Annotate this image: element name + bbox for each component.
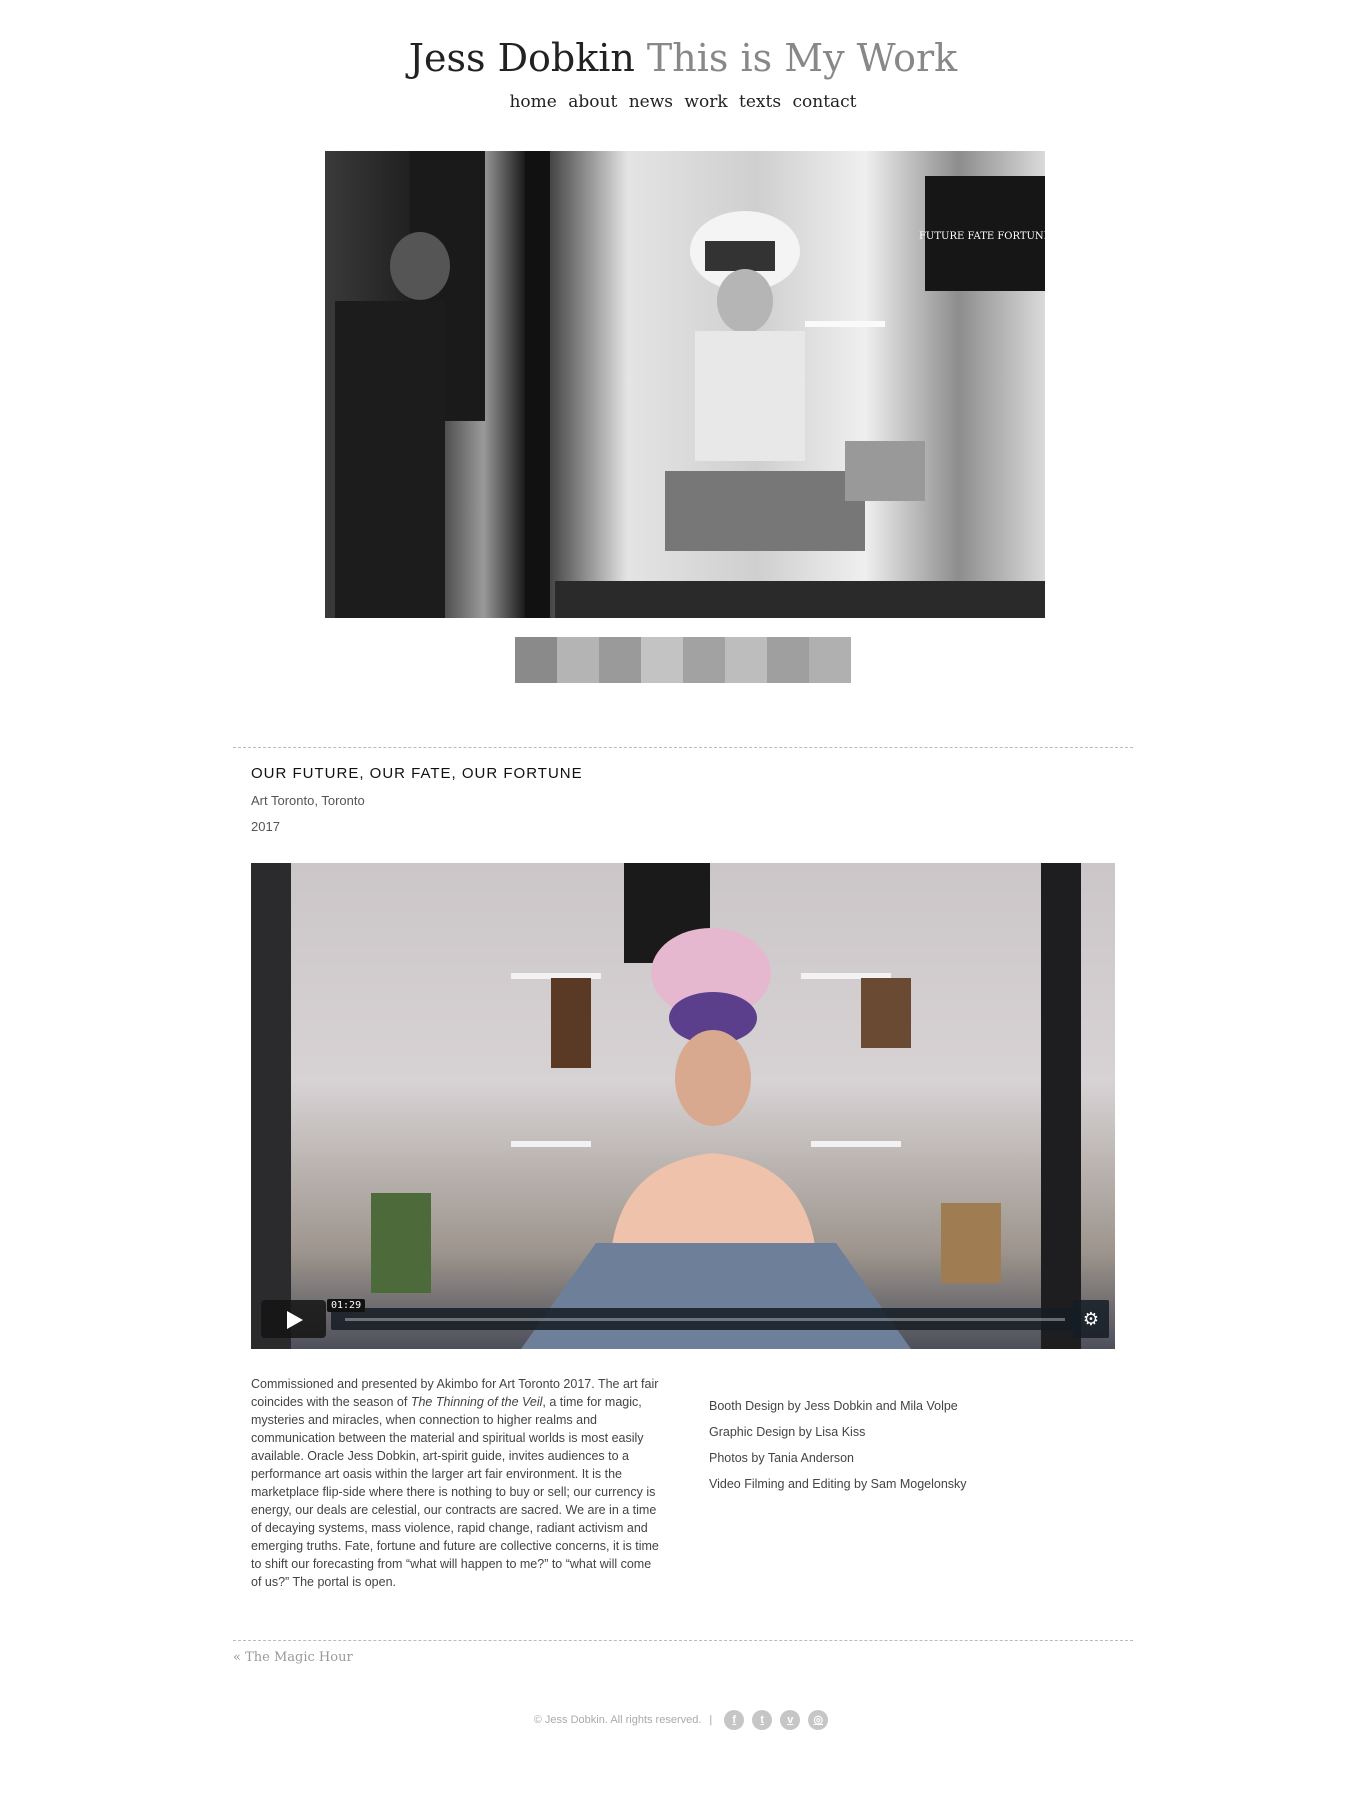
- gear-icon[interactable]: ⚙: [1073, 1300, 1109, 1338]
- site-header: Jess Dobkin This is My Work home about ne…: [0, 30, 1366, 112]
- thumbnail[interactable]: [725, 637, 767, 683]
- thumbnail[interactable]: [641, 637, 683, 683]
- description-emphasis: The Thinning of the Veil: [410, 1395, 543, 1409]
- thumbnail[interactable]: [557, 637, 599, 683]
- thumbnail[interactable]: [683, 637, 725, 683]
- facebook-icon[interactable]: f: [724, 1710, 745, 1730]
- footer-separator: |: [709, 1714, 713, 1726]
- project-description: Commissioned and presented by Akimbo for…: [251, 1375, 661, 1591]
- video-timecode: 01:29: [327, 1299, 366, 1312]
- description-text-continued: , a time for magic, mysteries and miracl…: [251, 1395, 659, 1589]
- vimeo-icon[interactable]: v: [780, 1710, 801, 1730]
- thumbnail[interactable]: [767, 637, 809, 683]
- nav-contact[interactable]: contact: [792, 92, 856, 112]
- thumbnail[interactable]: [515, 637, 557, 683]
- project-year: 2017: [251, 819, 280, 834]
- instagram-icon[interactable]: ◎: [808, 1710, 829, 1730]
- progress-bar[interactable]: [331, 1308, 1081, 1330]
- credit-item: Graphic Design by Lisa Kiss: [709, 1425, 866, 1439]
- credit-item: Photos by Tania Anderson: [709, 1451, 855, 1465]
- nav-news[interactable]: news: [629, 92, 673, 112]
- hero-photo[interactable]: FUTURE FATE FORTUNE: [325, 151, 1045, 618]
- nav-home[interactable]: home: [509, 92, 556, 112]
- nav-about[interactable]: about: [568, 92, 617, 112]
- previous-project-link[interactable]: « The Magic Hour: [233, 1650, 353, 1665]
- thumbnail[interactable]: [599, 637, 641, 683]
- credits-list: Booth Design by Jess Dobkin and Mila Vol…: [709, 1393, 967, 1497]
- hero-sign-text: FUTURE FATE FORTUNE: [919, 231, 1045, 242]
- site-tagline[interactable]: This is My Work: [647, 36, 957, 80]
- footer: © Jess Dobkin. All rights reserved. | f t v ◎: [0, 1710, 1366, 1730]
- copyright: © Jess Dobkin. All rights reserved.: [533, 1714, 702, 1726]
- progress-track[interactable]: [345, 1318, 1065, 1321]
- project-title: OUR FUTURE, OUR FATE, OUR FORTUNE: [251, 765, 583, 782]
- divider: [233, 1640, 1133, 1641]
- site-title[interactable]: Jess Dobkin This is My Work: [0, 30, 1366, 86]
- hero-photo-art: FUTURE FATE FORTUNE: [335, 151, 1045, 618]
- divider: [233, 747, 1133, 748]
- thumbnail[interactable]: [809, 637, 851, 683]
- credit-item: Booth Design by Jess Dobkin and Mila Vol…: [709, 1399, 958, 1413]
- nav-texts[interactable]: texts: [739, 92, 781, 112]
- credit-item: Video Filming and Editing by Sam Mogelon…: [709, 1477, 967, 1491]
- twitter-icon[interactable]: t: [752, 1710, 773, 1730]
- site-name[interactable]: Jess Dobkin: [409, 36, 635, 80]
- main-nav: home about news work texts contact: [0, 92, 1366, 112]
- video-player[interactable]: 01:29 ⚙: [251, 863, 1115, 1349]
- video-frame: [251, 863, 1081, 1349]
- nav-work[interactable]: work: [684, 92, 727, 112]
- thumbnail-strip: [515, 637, 851, 683]
- project-place: Art Toronto, Toronto: [251, 793, 365, 808]
- play-button[interactable]: [261, 1300, 326, 1338]
